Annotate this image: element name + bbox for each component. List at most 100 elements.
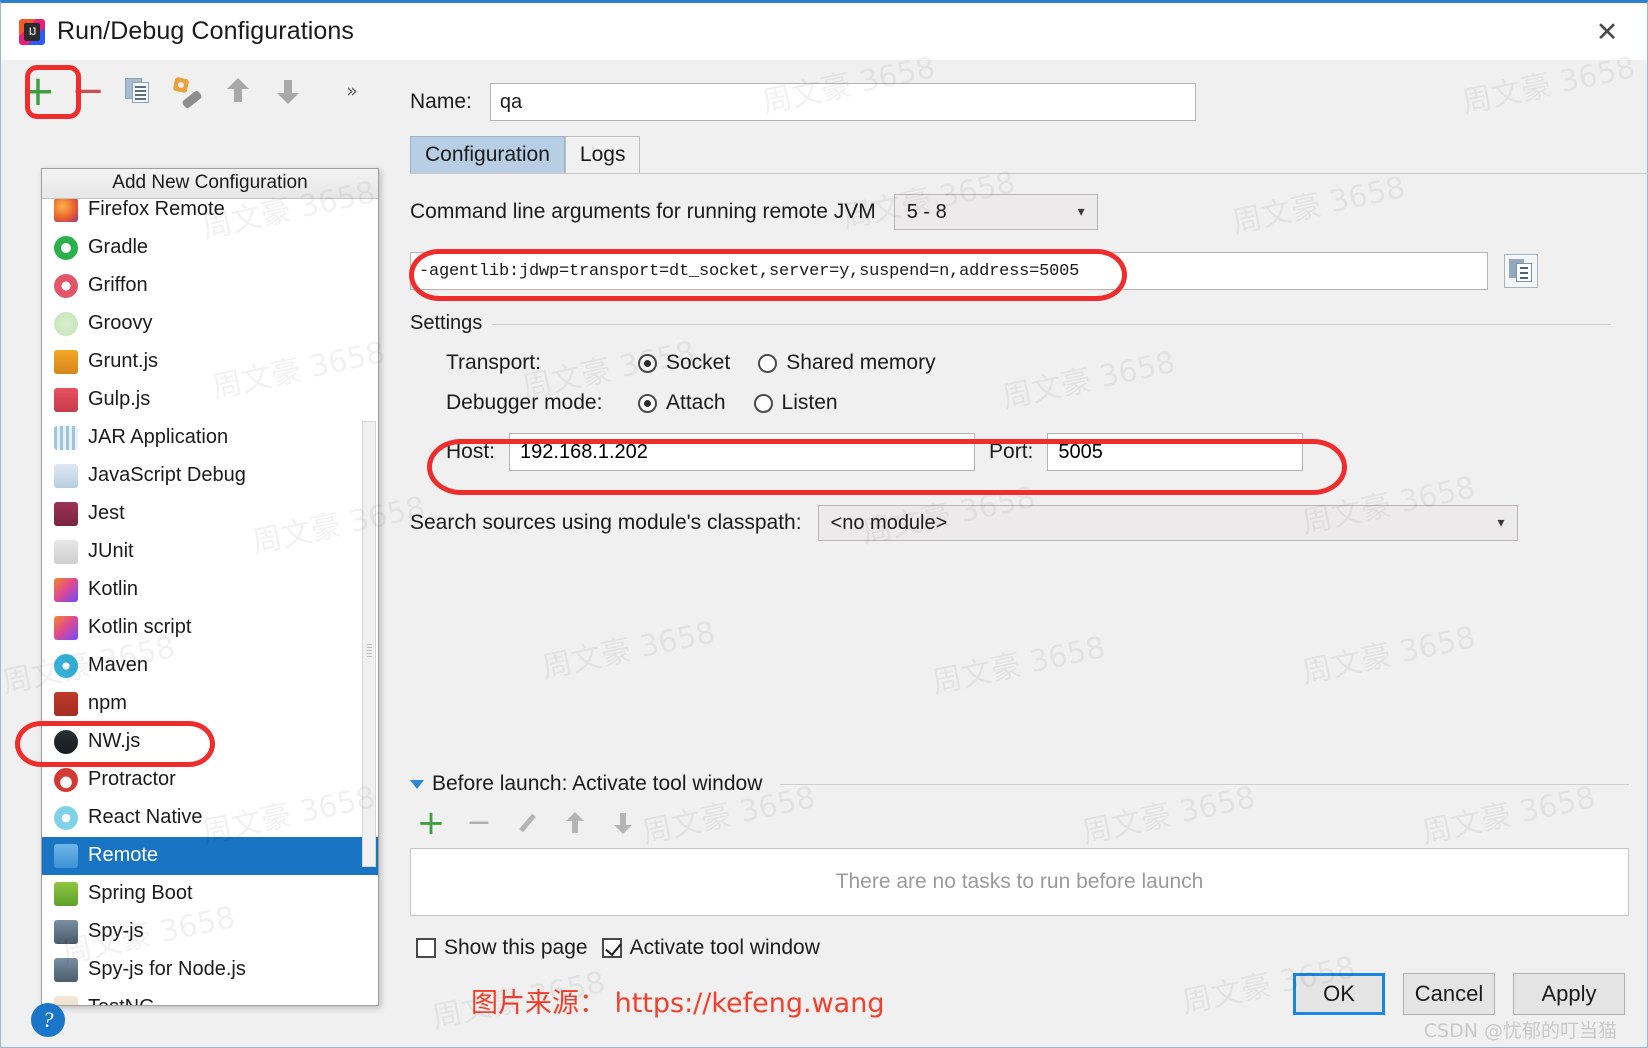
config-type-item-gradle[interactable]: Gradle bbox=[42, 229, 378, 267]
config-type-item-spring-boot[interactable]: Spring Boot bbox=[42, 875, 378, 913]
checkbox-checked-icon bbox=[602, 938, 622, 958]
configuration-type-list[interactable]: Firefox Remote Gradle GriffonGroovyGrunt.j… bbox=[42, 199, 378, 1005]
jvm-arguments-row: Command line arguments for running remot… bbox=[410, 194, 1629, 230]
host-port-row: Host: 192.168.1.202 Port: 5005 bbox=[410, 433, 1629, 471]
host-input[interactable]: 192.168.1.202 bbox=[509, 433, 975, 471]
tab-logs[interactable]: Logs bbox=[565, 136, 641, 174]
maven-icon bbox=[54, 654, 78, 678]
config-type-item-npm[interactable]: npm bbox=[42, 685, 378, 723]
page-title: Run/Debug Configurations bbox=[57, 17, 354, 46]
chevron-down-icon: ▾ bbox=[1078, 204, 1085, 220]
spy-js-icon bbox=[54, 920, 78, 944]
chevron-double-right-icon: » bbox=[346, 80, 358, 102]
grunt-icon bbox=[54, 350, 78, 374]
tab-configuration[interactable]: Configuration bbox=[410, 136, 565, 174]
config-type-label: Gradle bbox=[88, 236, 148, 259]
config-type-item-jest[interactable]: Jest bbox=[42, 495, 378, 533]
before-launch-section: Before launch: Activate tool window + − bbox=[410, 772, 1629, 960]
name-row: Name: qa bbox=[396, 76, 1629, 128]
module-select-value: <no module> bbox=[831, 512, 948, 535]
radio-transport-socket[interactable]: Socket bbox=[638, 351, 730, 375]
port-input[interactable]: 5005 bbox=[1047, 433, 1303, 471]
config-type-item-maven[interactable]: Maven bbox=[42, 647, 378, 685]
ok-button[interactable]: OK bbox=[1293, 973, 1385, 1015]
checkbox-show-this-page-label: Show this page bbox=[444, 936, 588, 960]
copy-icon bbox=[125, 78, 151, 104]
config-type-item-junit[interactable]: JUnit bbox=[42, 533, 378, 571]
config-type-item-groovy[interactable]: Groovy bbox=[42, 305, 378, 343]
wrench-icon bbox=[174, 78, 202, 104]
radio-dot-icon bbox=[638, 354, 657, 373]
cancel-button[interactable]: Cancel bbox=[1403, 973, 1495, 1015]
move-down-button[interactable] bbox=[263, 68, 313, 114]
config-type-item-remote[interactable]: Remote bbox=[42, 837, 378, 875]
radio-dot-icon bbox=[758, 354, 777, 373]
config-type-item-spy-js[interactable]: Spy-js bbox=[42, 913, 378, 951]
before-launch-toolbar: + − bbox=[410, 808, 1629, 838]
list-scrollbar[interactable] bbox=[362, 421, 376, 867]
config-type-item-nw-js[interactable]: NW.js bbox=[42, 723, 378, 761]
config-type-item-kotlin-script[interactable]: Kotlin script bbox=[42, 609, 378, 647]
jest-icon bbox=[54, 502, 78, 526]
debugger-mode-label: Debugger mode: bbox=[446, 391, 638, 415]
move-down-icon bbox=[614, 812, 632, 834]
host-label: Host: bbox=[446, 440, 495, 464]
protractor-icon bbox=[54, 768, 78, 792]
config-type-label: JavaScript Debug bbox=[88, 464, 246, 487]
configurations-pane: + − bbox=[1, 60, 396, 1047]
remove-configuration-button[interactable]: − bbox=[63, 68, 113, 114]
source-note: 图片来源： https://kefeng.wang bbox=[471, 981, 884, 1020]
add-configuration-button[interactable]: + bbox=[13, 68, 63, 114]
radio-dot-icon bbox=[638, 394, 657, 413]
configuration-panel: Command line arguments for running remot… bbox=[410, 174, 1629, 541]
debugger-mode-row: Debugger mode: Attach Listen bbox=[410, 391, 1629, 415]
close-icon[interactable]: ✕ bbox=[1587, 15, 1627, 49]
radio-transport-shared-memory[interactable]: Shared memory bbox=[758, 351, 935, 375]
config-type-item-javascript-debug[interactable]: JavaScript Debug bbox=[42, 457, 378, 495]
config-type-item-react-native[interactable]: React Native bbox=[42, 799, 378, 837]
checkbox-activate-tool-window[interactable]: Activate tool window bbox=[602, 936, 820, 960]
jvm-version-select[interactable]: 5 - 8 ▾ bbox=[894, 194, 1098, 230]
config-type-item-firefox-remote[interactable]: Firefox Remote bbox=[42, 199, 378, 229]
griffon-icon bbox=[54, 274, 78, 298]
name-input[interactable]: qa bbox=[490, 83, 1196, 121]
add-task-button[interactable]: + bbox=[416, 808, 446, 838]
config-type-item-griffon[interactable]: Griffon bbox=[42, 267, 378, 305]
firefox-icon bbox=[54, 199, 78, 222]
copy-configuration-button[interactable] bbox=[113, 68, 163, 114]
radio-debugger-listen[interactable]: Listen bbox=[754, 391, 838, 415]
edit-templates-button[interactable] bbox=[163, 68, 213, 114]
edit-task-button[interactable] bbox=[512, 808, 542, 838]
before-launch-title: Before launch: Activate tool window bbox=[432, 772, 762, 796]
checkbox-activate-tool-window-label: Activate tool window bbox=[630, 936, 820, 960]
transport-row: Transport: Socket Shared memory bbox=[410, 351, 1629, 375]
config-type-item-kotlin[interactable]: Kotlin bbox=[42, 571, 378, 609]
config-type-label: Gulp.js bbox=[88, 388, 150, 411]
move-task-up-button[interactable] bbox=[560, 808, 590, 838]
run-debug-configurations-dialog: IJ Run/Debug Configurations ✕ + − bbox=[0, 0, 1648, 1048]
more-actions-button[interactable]: » bbox=[327, 68, 377, 114]
agent-arguments-input[interactable]: -agentlib:jdwp=transport=dt_socket,serve… bbox=[410, 252, 1488, 290]
tasks-empty-box[interactable]: There are no tasks to run before launch bbox=[410, 848, 1629, 916]
agent-arguments-row: -agentlib:jdwp=transport=dt_socket,serve… bbox=[410, 252, 1629, 290]
radio-transport-socket-label: Socket bbox=[666, 351, 730, 375]
checkbox-show-this-page[interactable]: Show this page bbox=[416, 936, 588, 960]
collapse-triangle-icon[interactable] bbox=[410, 780, 424, 789]
apply-button[interactable]: Apply bbox=[1513, 973, 1625, 1015]
copy-arguments-button[interactable] bbox=[1504, 254, 1538, 288]
remove-task-button[interactable]: − bbox=[464, 808, 494, 838]
intellij-idea-icon: IJ bbox=[19, 19, 45, 45]
config-type-item-protractor[interactable]: Protractor bbox=[42, 761, 378, 799]
radio-dot-icon bbox=[754, 394, 773, 413]
module-select[interactable]: <no module> ▾ bbox=[818, 505, 1518, 541]
remote-icon bbox=[54, 844, 78, 868]
config-type-item-gulp-js[interactable]: Gulp.js bbox=[42, 381, 378, 419]
config-type-label: Maven bbox=[88, 654, 148, 677]
move-task-down-button[interactable] bbox=[608, 808, 638, 838]
search-sources-label: Search sources using module's classpath: bbox=[410, 511, 802, 535]
move-up-button[interactable] bbox=[213, 68, 263, 114]
kotlin-script-icon bbox=[54, 616, 78, 640]
config-type-item-grunt-js[interactable]: Grunt.js bbox=[42, 343, 378, 381]
radio-debugger-attach[interactable]: Attach bbox=[638, 391, 726, 415]
config-type-item-jar-application[interactable]: JAR Application bbox=[42, 419, 378, 457]
